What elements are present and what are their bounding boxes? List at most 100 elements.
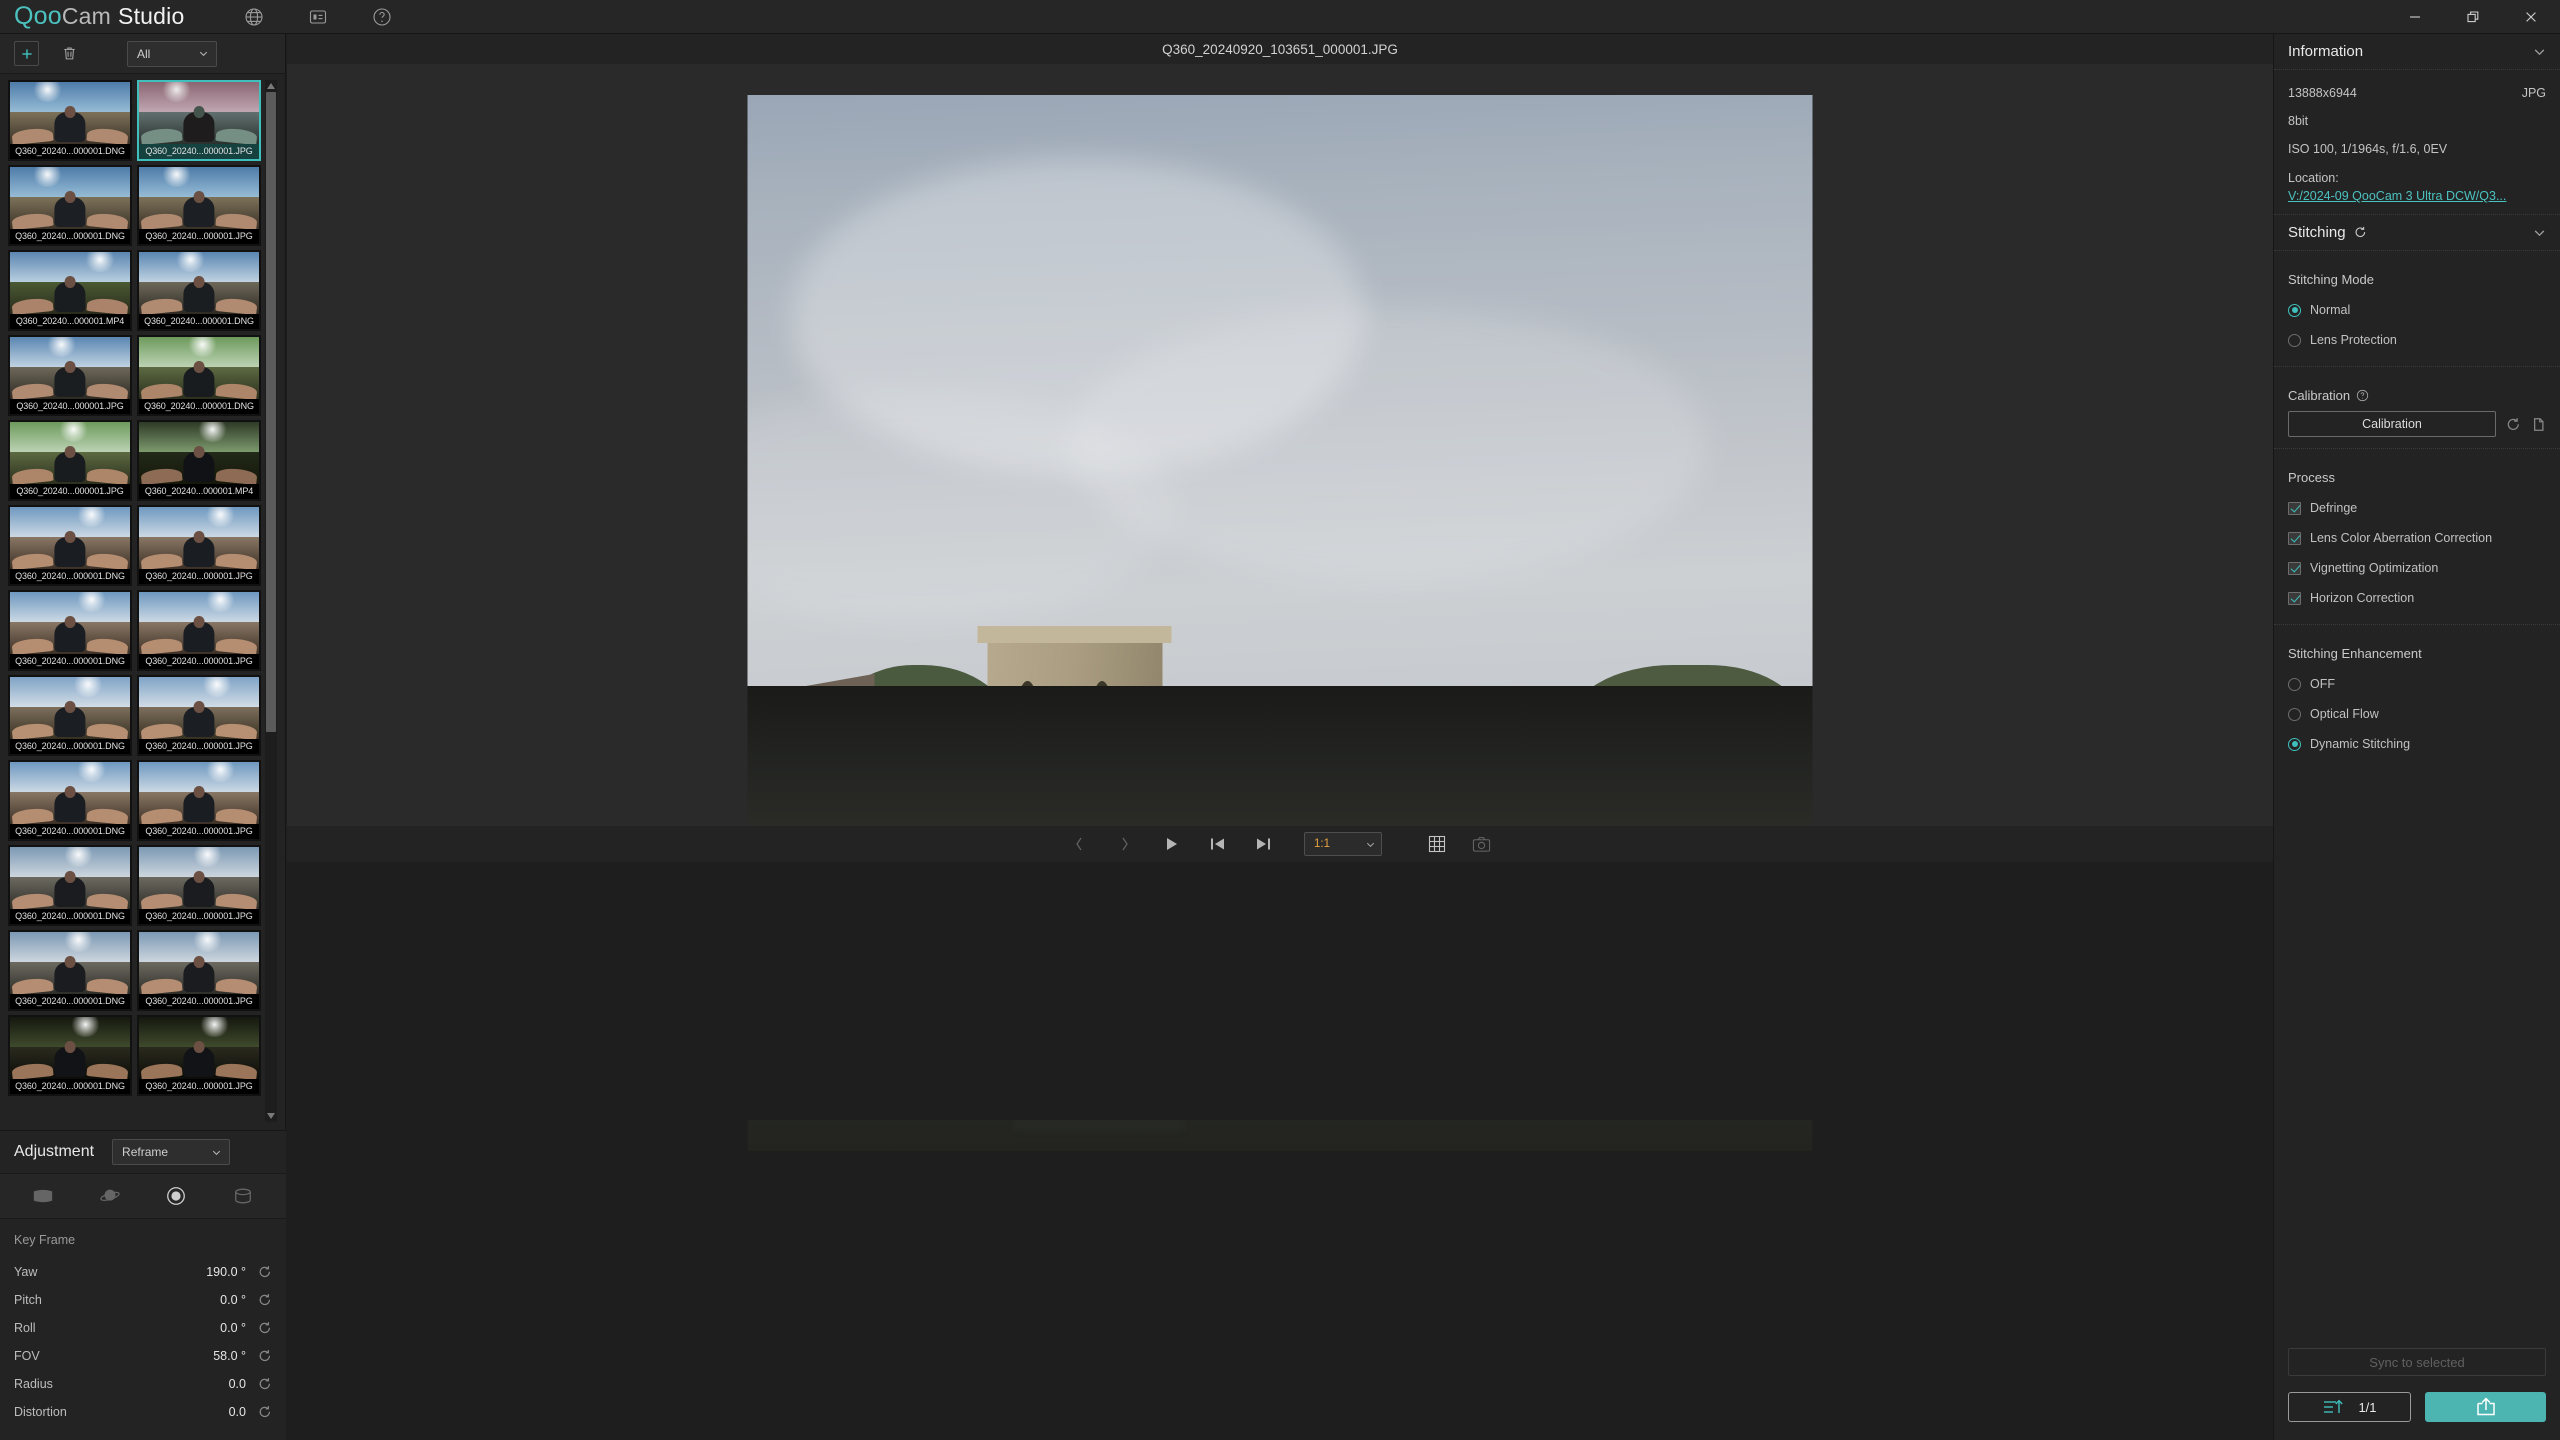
radio-indicator[interactable]	[2288, 333, 2301, 347]
thumbnail-item[interactable]: Q360_20240...000001.JPG	[8, 420, 132, 501]
checkbox-indicator[interactable]	[2288, 501, 2301, 515]
aspect-ratio-select[interactable]: 1:1	[1304, 832, 1382, 856]
thumbnail-item[interactable]: Q360_20240...000001.DNG	[8, 590, 132, 671]
thumbnail-preview	[139, 677, 259, 739]
stitching-enhancement-option[interactable]: Dynamic Stitching	[2288, 729, 2546, 759]
information-section-header[interactable]: Information	[2274, 34, 2560, 70]
calibration-button[interactable]: Calibration	[2288, 411, 2496, 437]
thumbnail-item[interactable]: Q360_20240...000001.DNG	[8, 165, 132, 246]
scrollbar-thumb[interactable]	[266, 92, 276, 732]
current-file-title: Q360_20240920_103651_000001.JPG	[287, 34, 2273, 64]
reset-icon[interactable]	[2354, 226, 2367, 239]
adjustment-row[interactable]: FOV 58.0 °	[14, 1342, 272, 1370]
adjustment-row[interactable]: Pitch 0.0 °	[14, 1286, 272, 1314]
radio-indicator[interactable]	[2288, 303, 2301, 317]
thumbnail-item[interactable]: Q360_20240...000001.JPG	[137, 760, 261, 841]
stitching-section-header[interactable]: Stitching	[2274, 215, 2560, 251]
scroll-up-arrow-icon[interactable]	[265, 80, 277, 92]
thumbnail-item[interactable]: Q360_20240...000001.MP4	[137, 420, 261, 501]
export-queue-button[interactable]: 1/1	[2288, 1392, 2411, 1422]
adjustment-row[interactable]: Distortion 0.0	[14, 1398, 272, 1426]
aspect-ratio-value: 1:1	[1314, 838, 1330, 850]
thumbnail-item[interactable]: Q360_20240...000001.DNG	[137, 335, 261, 416]
tab-fisheye[interactable]	[143, 1173, 210, 1219]
adjustment-mode-select[interactable]: Reframe	[112, 1139, 231, 1165]
thumbnail-item[interactable]: Q360_20240...000001.DNG	[8, 80, 132, 161]
thumbnail-item[interactable]: Q360_20240...000001.DNG	[8, 845, 132, 926]
library-toolbar: All	[0, 34, 285, 74]
sync-to-selected-button[interactable]: Sync to selected	[2288, 1348, 2546, 1376]
thumbnail-item[interactable]: Q360_20240...000001.JPG	[137, 845, 261, 926]
thumbnail-item[interactable]: Q360_20240...000001.DNG	[8, 505, 132, 586]
thumbnail-item[interactable]: Q360_20240...000001.DNG	[8, 1015, 132, 1096]
process-option[interactable]: Vignetting Optimization	[2288, 553, 2546, 583]
stitching-enhancement-option[interactable]: Optical Flow	[2288, 699, 2546, 729]
thumbnail-item[interactable]: Q360_20240...000001.DNG	[8, 675, 132, 756]
reset-icon[interactable]	[258, 1293, 272, 1307]
thumbnail-item[interactable]: Q360_20240...000001.JPG	[137, 1015, 261, 1096]
scroll-down-arrow-icon[interactable]	[265, 1110, 277, 1122]
radio-indicator[interactable]	[2288, 737, 2301, 751]
reset-icon[interactable]	[258, 1405, 272, 1419]
location-path-link[interactable]: V:/2024-09 QooCam 3 Ultra DCW/Q3...	[2288, 189, 2546, 203]
reset-icon[interactable]	[258, 1377, 272, 1391]
stitching-enhancement-option[interactable]: OFF	[2288, 669, 2546, 699]
chevron-down-icon	[212, 1150, 221, 1155]
checkbox-indicator[interactable]	[2288, 561, 2301, 575]
thumbnail-item[interactable]: Q360_20240...000001.JPG	[137, 165, 261, 246]
thumbnail-item[interactable]: Q360_20240...000001.JPG	[137, 675, 261, 756]
tab-panorama[interactable]	[10, 1173, 77, 1219]
file-icon[interactable]	[2531, 417, 2546, 432]
tab-cylinder[interactable]	[210, 1173, 277, 1219]
checkbox-indicator[interactable]	[2288, 531, 2301, 545]
thumbnail-item[interactable]: Q360_20240...000001.JPG	[137, 505, 261, 586]
skip-back-button[interactable]	[1204, 831, 1230, 857]
chevron-down-icon[interactable]	[2533, 45, 2546, 58]
radio-indicator[interactable]	[2288, 707, 2301, 721]
thumbnail-item[interactable]: Q360_20240...000001.JPG	[137, 80, 261, 161]
add-media-button[interactable]	[14, 41, 39, 66]
adjustment-row[interactable]: Yaw 190.0 °	[14, 1258, 272, 1286]
reset-icon[interactable]	[258, 1349, 272, 1363]
thumbnail-scrollbar[interactable]	[265, 80, 277, 1122]
adjustment-row[interactable]: Radius 0.0	[14, 1370, 272, 1398]
reset-icon[interactable]	[258, 1321, 272, 1335]
process-option[interactable]: Defringe	[2288, 493, 2546, 523]
process-option[interactable]: Lens Color Aberration Correction	[2288, 523, 2546, 553]
help-icon[interactable]	[372, 7, 392, 27]
subtitle-icon[interactable]	[308, 7, 328, 27]
export-button[interactable]	[2425, 1392, 2546, 1422]
grid-toggle-button[interactable]	[1424, 831, 1450, 857]
chevron-down-icon[interactable]	[2533, 226, 2546, 239]
checkbox-indicator[interactable]	[2288, 591, 2301, 605]
process-option[interactable]: Horizon Correction	[2288, 583, 2546, 613]
play-button[interactable]	[1158, 831, 1184, 857]
stitching-mode-option[interactable]: Lens Protection	[2288, 325, 2546, 355]
reset-icon[interactable]	[258, 1265, 272, 1279]
skip-forward-button[interactable]	[1250, 831, 1276, 857]
thumbnail-item[interactable]: Q360_20240...000001.DNG	[137, 250, 261, 331]
prev-keyframe-button[interactable]	[1066, 831, 1092, 857]
snapshot-button[interactable]	[1468, 831, 1494, 857]
thumbnail-scroll-area[interactable]: Q360_20240...000001.DNG Q360_20240...0000…	[0, 74, 285, 1124]
help-icon[interactable]	[2356, 389, 2369, 402]
minimize-button[interactable]	[2386, 0, 2444, 34]
thumbnail-item[interactable]: Q360_20240...000001.DNG	[8, 760, 132, 841]
thumbnail-item[interactable]: Q360_20240...000001.JPG	[8, 335, 132, 416]
thumbnail-item[interactable]: Q360_20240...000001.MP4	[8, 250, 132, 331]
thumbnail-item[interactable]: Q360_20240...000001.JPG	[137, 930, 261, 1011]
delete-media-button[interactable]	[57, 42, 81, 66]
thumbnail-filename: Q360_20240...000001.DNG	[10, 569, 130, 584]
thumbnail-item[interactable]: Q360_20240...000001.DNG	[8, 930, 132, 1011]
radio-indicator[interactable]	[2288, 677, 2301, 691]
thumbnail-item[interactable]: Q360_20240...000001.JPG	[137, 590, 261, 671]
stitching-mode-option[interactable]: Normal	[2288, 295, 2546, 325]
globe-icon[interactable]	[244, 7, 264, 27]
restore-button[interactable]	[2444, 0, 2502, 34]
adjustment-row[interactable]: Roll 0.0 °	[14, 1314, 272, 1342]
media-filter-select[interactable]: All	[127, 40, 217, 67]
tab-planet[interactable]	[77, 1173, 144, 1219]
close-button[interactable]	[2502, 0, 2560, 34]
reset-icon[interactable]	[2506, 417, 2521, 432]
next-keyframe-button[interactable]	[1112, 831, 1138, 857]
